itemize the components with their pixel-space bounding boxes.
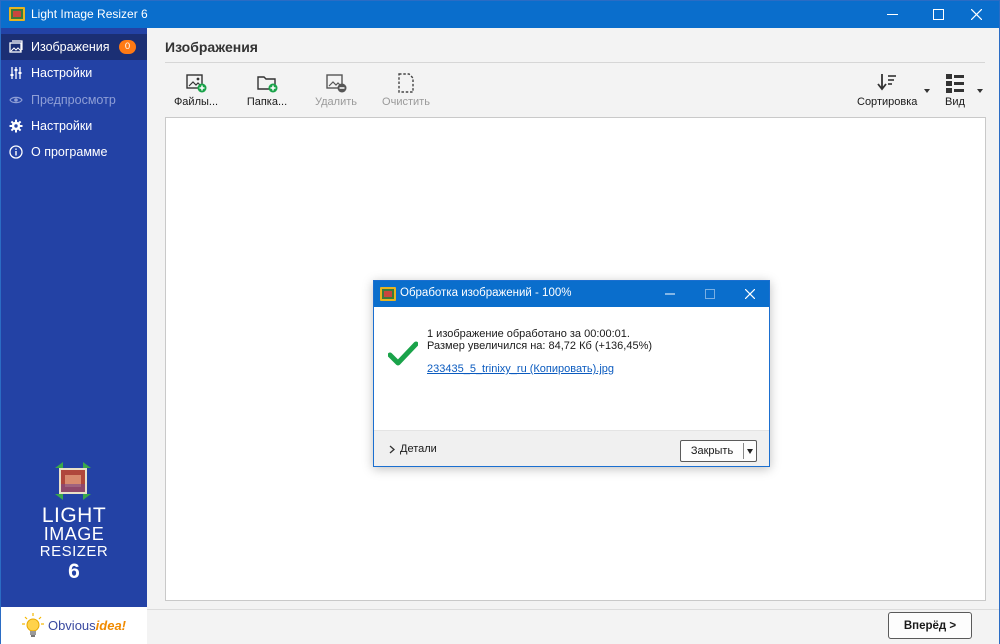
sliders-icon: [9, 66, 23, 80]
sidebar-item-label: Настройки: [31, 66, 93, 80]
sidebar-item-label: Изображения: [31, 40, 110, 54]
chevron-right-icon: [389, 445, 395, 453]
title-bar[interactable]: Light Image Resizer 6: [1, 1, 999, 28]
logo-text-resizer: RESIZER: [39, 543, 109, 560]
sidebar-item-label: О программе: [31, 145, 108, 159]
details-label: Детали: [400, 443, 437, 455]
lightbulb-icon: [21, 612, 44, 637]
logo-text-light: LIGHT: [41, 504, 107, 527]
view-button[interactable]: Вид: [941, 72, 969, 112]
add-folder-button[interactable]: Папка...: [245, 72, 289, 112]
gear-icon: [9, 119, 23, 133]
app-window: Light Image Resizer 6 Изображения 0 Наст…: [0, 0, 1000, 644]
next-button[interactable]: Вперёд >: [888, 612, 972, 639]
chevron-down-icon[interactable]: [747, 449, 753, 454]
clear-label: Очистить: [382, 96, 430, 108]
sidebar-item-images[interactable]: Изображения 0: [1, 34, 147, 60]
app-logo-icon: [55, 462, 91, 500]
dialog-title-bar[interactable]: Обработка изображений - 100%: [374, 281, 769, 307]
logo-version: 6: [68, 560, 80, 583]
remove-image-icon: [326, 74, 347, 93]
remove-button[interactable]: Удалить: [313, 72, 359, 112]
eye-icon: [9, 93, 23, 107]
brand-text-idea: idea!: [95, 618, 127, 633]
brand-bar[interactable]: Obvious idea!: [1, 607, 147, 644]
close-button-label[interactable]: Закрыть: [681, 441, 743, 461]
sidebar-item-about[interactable]: О программе: [1, 139, 147, 165]
sort-dropdown-icon[interactable]: [924, 89, 930, 93]
sort-icon: [877, 74, 896, 91]
close-split-button[interactable]: Закрыть: [680, 440, 757, 462]
add-folder-label: Папка...: [246, 96, 288, 108]
output-file-link[interactable]: 233435_5_trinixy_ru (Копировать).jpg: [427, 363, 614, 375]
dialog-minimize-button[interactable]: [650, 281, 690, 307]
image-count-badge: 0: [119, 40, 136, 54]
divider: [147, 609, 999, 610]
clear-icon: [398, 73, 414, 93]
close-button[interactable]: [953, 1, 999, 28]
minimize-button[interactable]: [869, 1, 915, 28]
split-separator: [743, 443, 744, 459]
view-list-icon: [946, 74, 964, 93]
view-dropdown-icon[interactable]: [977, 89, 983, 93]
minimize-icon: [665, 293, 675, 295]
sort-button[interactable]: Сортировка: [857, 72, 917, 112]
add-image-icon: [186, 74, 207, 93]
view-label: Вид: [945, 96, 965, 108]
divider: [165, 62, 985, 63]
sidebar: Изображения 0 Настройки Предпросмотр Нас…: [1, 28, 147, 644]
details-toggle[interactable]: Детали: [388, 443, 437, 455]
sidebar-item-label: Предпросмотр: [31, 93, 116, 107]
dialog-maximize-button: [690, 281, 730, 307]
logo-text-image: IMAGE: [43, 524, 105, 544]
brand-text-obvious: Obvious: [47, 618, 96, 633]
sort-label: Сортировка: [857, 96, 918, 108]
maximize-icon: [705, 289, 715, 299]
sidebar-item-settings[interactable]: Настройки: [1, 60, 147, 86]
add-files-label: Файлы...: [173, 96, 219, 108]
dialog-footer: Детали Закрыть: [374, 430, 769, 466]
sidebar-item-preview[interactable]: Предпросмотр: [1, 87, 147, 113]
images-icon: [9, 40, 23, 54]
add-files-button[interactable]: Файлы...: [173, 72, 219, 112]
app-icon: [380, 287, 396, 301]
app-icon: [9, 7, 25, 21]
info-icon: [9, 145, 23, 159]
sidebar-item-preferences[interactable]: Настройки: [1, 113, 147, 139]
success-check-icon: [388, 341, 418, 366]
clear-button[interactable]: Очистить: [381, 72, 431, 112]
close-icon: [745, 289, 755, 299]
maximize-icon: [932, 9, 944, 20]
add-folder-icon: [257, 76, 278, 93]
result-line-size: Размер увеличился на: 84,72 Кб (+136,45%…: [427, 340, 653, 352]
sidebar-item-label: Настройки: [31, 119, 93, 133]
minimize-icon: [886, 14, 898, 15]
dialog-close-button[interactable]: [730, 281, 770, 307]
result-line-count: 1 изображение обработано за 00:00:01.: [427, 328, 630, 340]
remove-label: Удалить: [315, 96, 357, 108]
close-icon: [970, 9, 982, 20]
window-title: Light Image Resizer 6: [31, 7, 148, 21]
page-title: Изображения: [165, 39, 258, 55]
processing-dialog: Обработка изображений - 100% 1 изображен…: [373, 280, 770, 467]
dialog-title: Обработка изображений - 100%: [400, 287, 572, 299]
